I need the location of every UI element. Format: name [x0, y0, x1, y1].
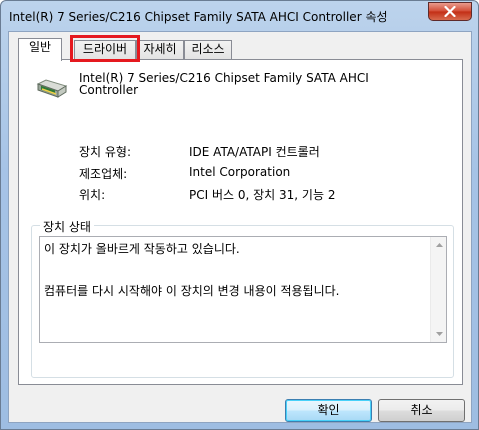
device-status-group: 장치 상태 이 장치가 올바르게 작동하고 있습니다. 컴퓨터를 다시 시작해야… — [31, 218, 454, 378]
device-status-legend: 장치 상태 — [40, 218, 94, 235]
title-bar[interactable]: Intel(R) 7 Series/C216 Chipset Family SA… — [1, 1, 478, 31]
device-name: Intel(R) 7 Series/C216 Chipset Family SA… — [79, 71, 369, 97]
location-label: 위치: — [79, 188, 106, 202]
scroll-down-button[interactable] — [431, 326, 447, 342]
arrow-down-icon — [435, 332, 443, 336]
storage-controller-icon — [36, 79, 68, 98]
device-status-text: 이 장치가 올바르게 작동하고 있습니다. 컴퓨터를 다시 시작해야 이 장치의… — [44, 242, 340, 298]
general-tab-panel: Intel(R) 7 Series/C216 Chipset Family SA… — [18, 59, 463, 385]
status-scrollbar[interactable] — [430, 237, 446, 342]
properties-dialog: Intel(R) 7 Series/C216 Chipset Family SA… — [0, 0, 479, 430]
manufacturer-value: Intel Corporation — [189, 165, 291, 179]
device-type-label: 장치 유형: — [79, 145, 132, 159]
device-type-value: IDE ATA/ATAPI 컨트롤러 — [189, 145, 320, 159]
tab-driver[interactable]: 드라이버 — [74, 40, 136, 59]
tab-resources[interactable]: 리소스 — [184, 40, 232, 59]
tab-general[interactable]: 일반 — [18, 38, 62, 61]
cancel-button[interactable]: 취소 — [378, 399, 465, 422]
manufacturer-label: 제조업체: — [79, 167, 128, 181]
window-title: Intel(R) 7 Series/C216 Chipset Family SA… — [9, 10, 388, 24]
tab-details[interactable]: 자세히 — [136, 40, 184, 59]
arrow-up-icon — [435, 243, 443, 247]
close-button[interactable] — [428, 2, 472, 21]
location-value: PCI 버스 0, 장치 31, 기능 2 — [189, 188, 336, 202]
scroll-up-button[interactable] — [431, 237, 447, 253]
device-status-textbox[interactable]: 이 장치가 올바르게 작동하고 있습니다. 컴퓨터를 다시 시작해야 이 장치의… — [39, 236, 447, 343]
dialog-client-area: 일반 드라이버 자세히 리소스 Intel(R) 7 Series/C216 C… — [8, 31, 472, 423]
ok-button[interactable]: 확인 — [285, 399, 372, 422]
close-icon — [444, 6, 456, 17]
